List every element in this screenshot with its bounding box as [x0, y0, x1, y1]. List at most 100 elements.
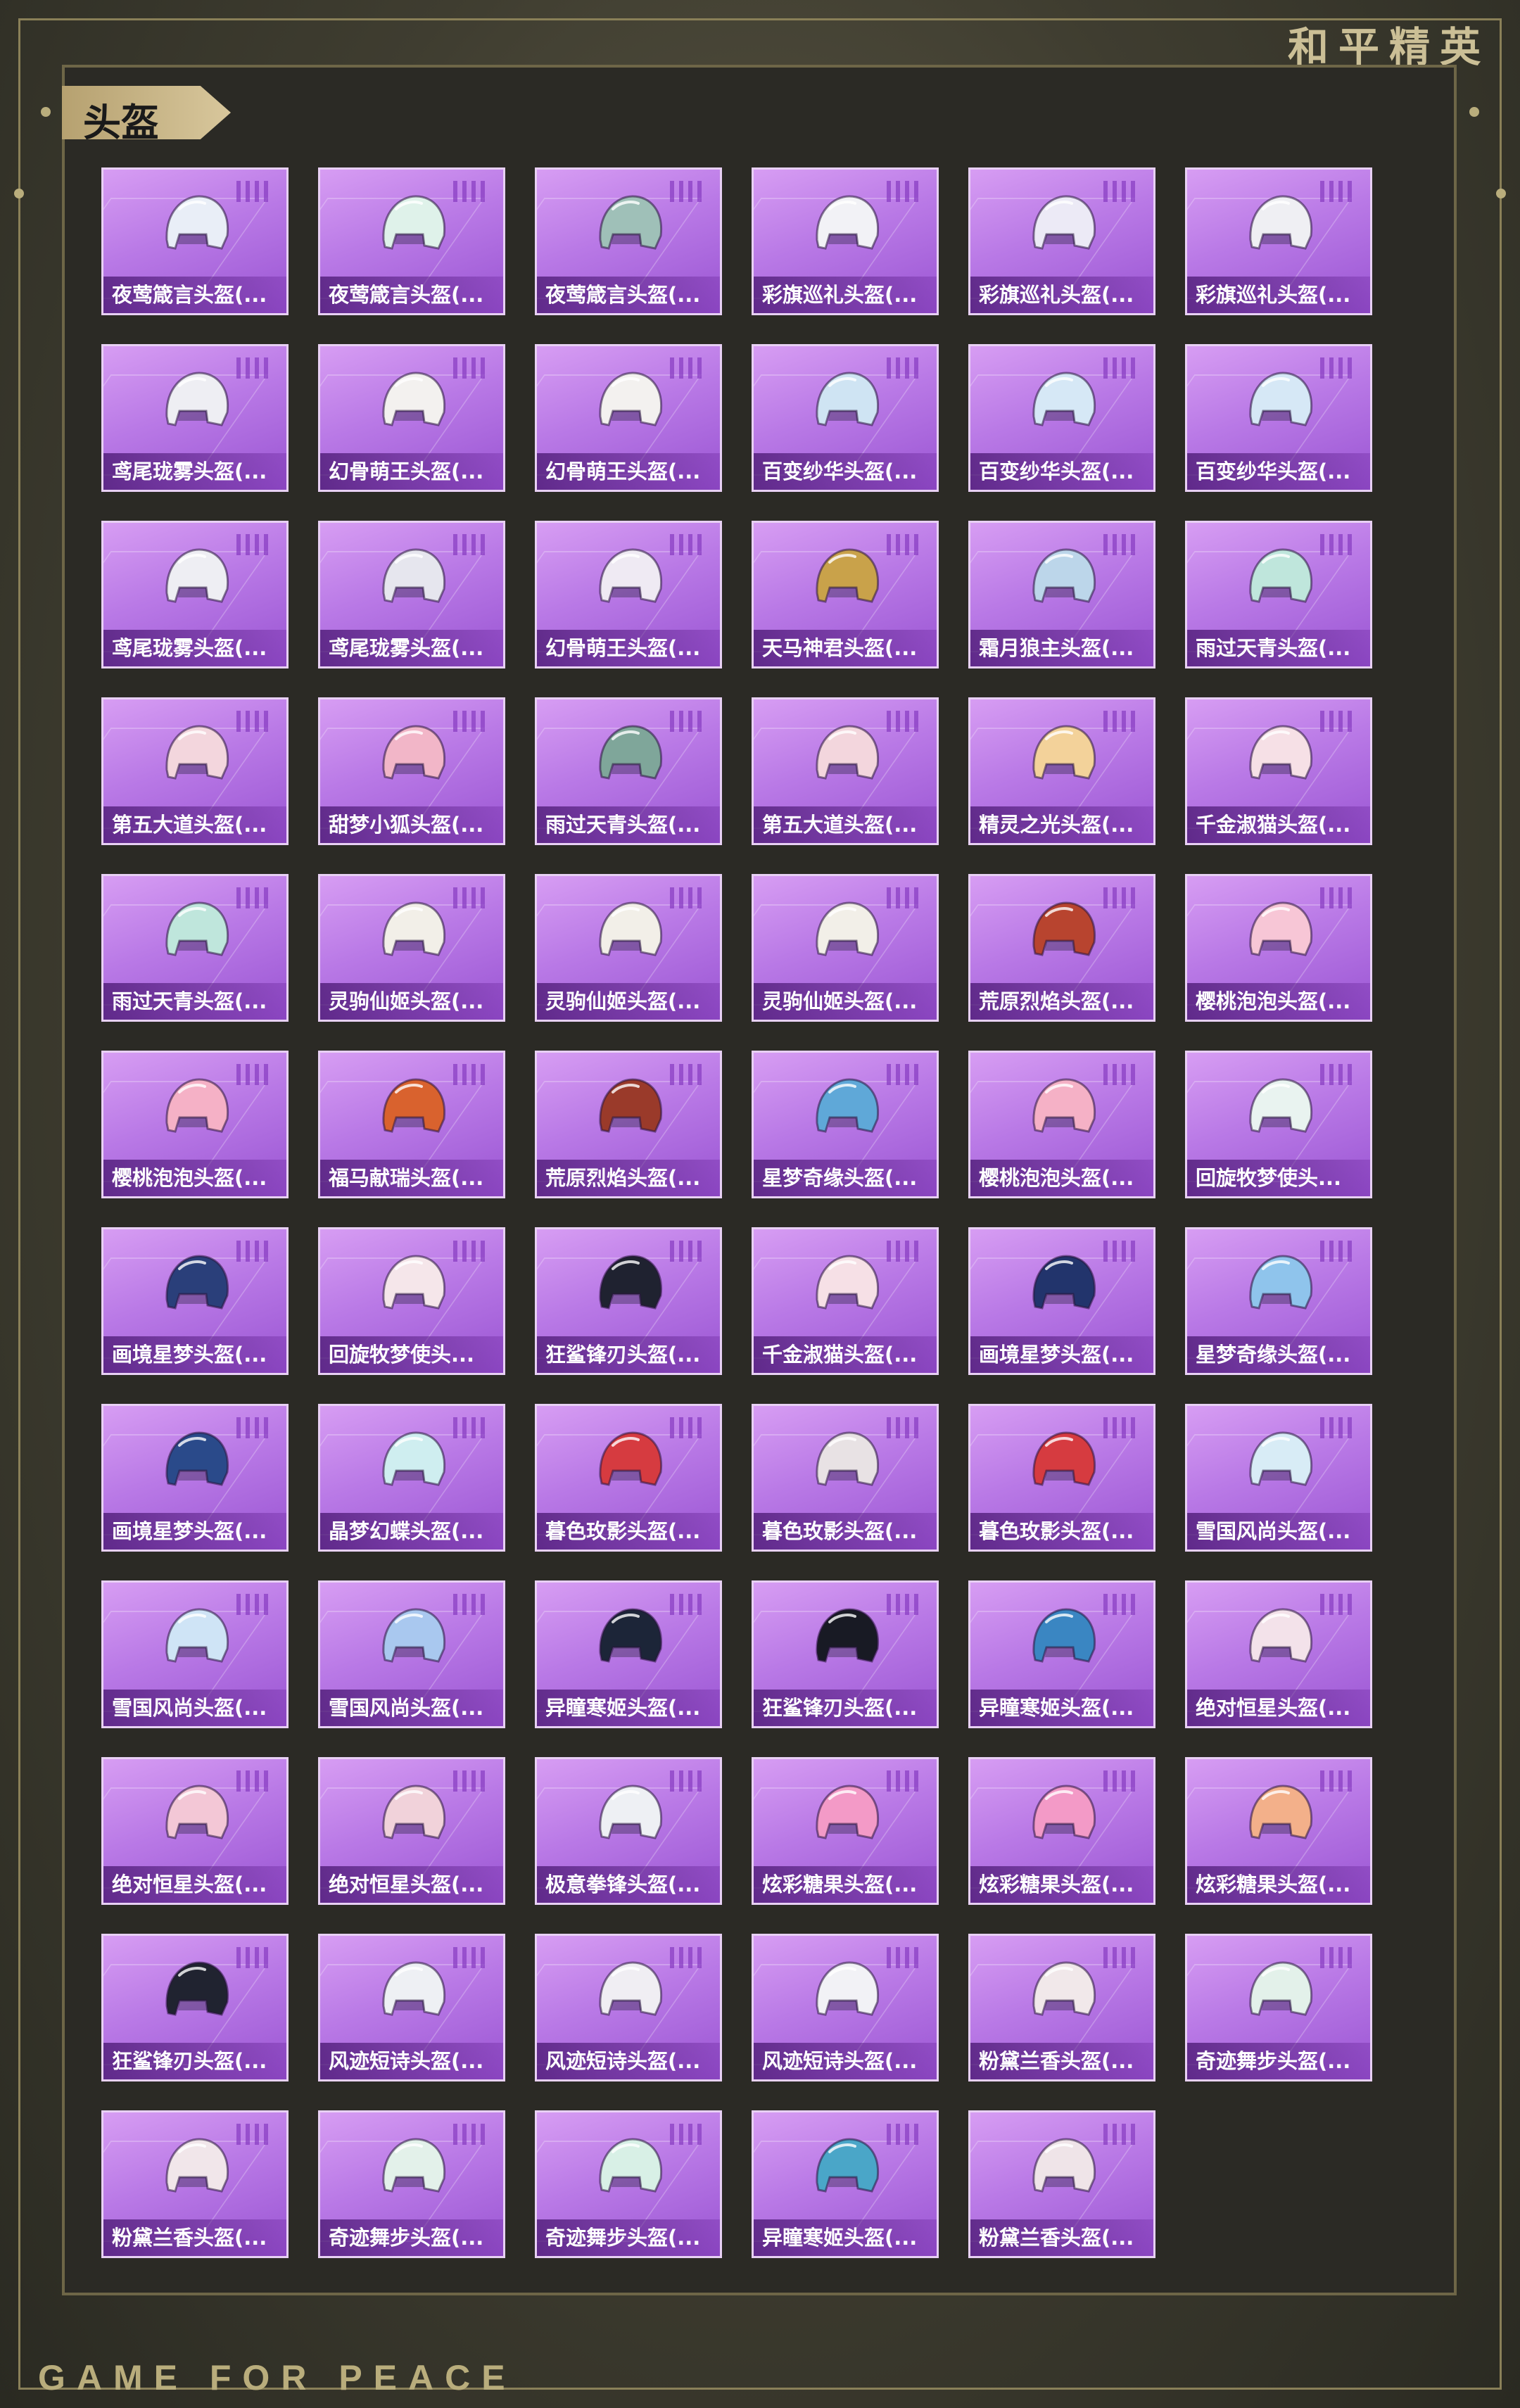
helmet-card[interactable]: 星梦奇缘头盔(...	[1185, 1227, 1372, 1375]
helmet-card[interactable]: 雪国风尚头盔(...	[101, 1580, 289, 1728]
helmet-card[interactable]: 雨过天青头盔(...	[101, 874, 289, 1022]
helmet-card[interactable]: 樱桃泡泡头盔(...	[101, 1051, 289, 1198]
helmet-card[interactable]: 星梦奇缘头盔(...	[752, 1051, 939, 1198]
helmet-card[interactable]: 幻骨萌王头盔(...	[535, 344, 722, 492]
helmet-card[interactable]: 幻骨萌王头盔(...	[535, 521, 722, 668]
helmet-card[interactable]: 夜莺箴言头盔(...	[101, 167, 289, 315]
helmet-card[interactable]: 荒原烈焰头盔(...	[968, 874, 1155, 1022]
rarity-bars-icon	[236, 1947, 268, 1968]
helmet-card[interactable]: 暮色玫影头盔(...	[535, 1404, 722, 1552]
helmet-card[interactable]: 粉黛兰香头盔(...	[968, 1934, 1155, 2081]
section-tab-helmets[interactable]: 头盔	[62, 86, 231, 139]
helmet-name: 奇迹舞步头盔(...	[537, 2219, 720, 2256]
helmet-card[interactable]: 鸢尾珑雾头盔(...	[318, 521, 505, 668]
helmet-card[interactable]: 鸢尾珑雾头盔(...	[101, 344, 289, 492]
helmet-card[interactable]: 炫彩糖果头盔(...	[968, 1757, 1155, 1905]
helmet-card[interactable]: 风迹短诗头盔(...	[318, 1934, 505, 2081]
helmet-card[interactable]: 彩旗巡礼头盔(...	[1185, 167, 1372, 315]
helmet-card[interactable]: 雨过天青头盔(...	[1185, 521, 1372, 668]
helmet-card[interactable]: 狂鲨锋刃头盔(...	[535, 1227, 722, 1375]
helmet-icon	[382, 372, 446, 426]
helmet-name: 灵驹仙姬头盔(...	[754, 983, 937, 1020]
helmet-name: 天马神君头盔(...	[754, 630, 937, 666]
helmet-card[interactable]: 极意拳锋头盔(...	[535, 1757, 722, 1905]
helmet-card[interactable]: 甜梦小狐头盔(...	[318, 697, 505, 845]
rarity-bars-icon	[1103, 1947, 1135, 1968]
helmet-icon	[382, 1255, 446, 1310]
helmet-icon	[1249, 372, 1313, 426]
helmet-name: 画境星梦头盔(...	[103, 1336, 286, 1373]
helmet-card[interactable]: 夜莺箴言头盔(...	[318, 167, 505, 315]
helmet-card[interactable]: 异瞳寒姬头盔(...	[968, 1580, 1155, 1728]
helmet-name: 樱桃泡泡头盔(...	[1187, 983, 1370, 1020]
helmet-name: 绝对恒星头盔(...	[103, 1866, 286, 1903]
helmet-card[interactable]: 奇迹舞步头盔(...	[535, 2110, 722, 2258]
rarity-bars-icon	[670, 1064, 702, 1085]
helmet-card[interactable]: 狂鲨锋刃头盔(...	[752, 1580, 939, 1728]
helmet-card[interactable]: 晶梦幻蝶头盔(...	[318, 1404, 505, 1552]
helmet-card[interactable]: 暮色玫影头盔(...	[968, 1404, 1155, 1552]
helmet-card[interactable]: 雪国风尚头盔(...	[1185, 1404, 1372, 1552]
helmet-name: 彩旗巡礼头盔(...	[1187, 277, 1370, 313]
helmet-card[interactable]: 画境星梦头盔(...	[101, 1227, 289, 1375]
rarity-bars-icon	[670, 357, 702, 379]
helmet-icon	[1032, 1961, 1096, 2016]
helmet-card[interactable]: 绝对恒星头盔(...	[1185, 1580, 1372, 1728]
helmet-card[interactable]: 雨过天青头盔(...	[535, 697, 722, 845]
helmet-card[interactable]: 异瞳寒姬头盔(...	[752, 2110, 939, 2258]
helmet-card[interactable]: 彩旗巡礼头盔(...	[752, 167, 939, 315]
helmet-card[interactable]: 暮色玫影头盔(...	[752, 1404, 939, 1552]
helmet-card[interactable]: 千金淑猫头盔(...	[752, 1227, 939, 1375]
helmet-card[interactable]: 粉黛兰香头盔(...	[101, 2110, 289, 2258]
helmet-card[interactable]: 灵驹仙姬头盔(...	[752, 874, 939, 1022]
helmet-card[interactable]: 奇迹舞步头盔(...	[318, 2110, 505, 2258]
helmet-card[interactable]: 樱桃泡泡头盔(...	[968, 1051, 1155, 1198]
helmet-card[interactable]: 荒原烈焰头盔(...	[535, 1051, 722, 1198]
helmet-icon	[165, 1255, 229, 1310]
rarity-bars-icon	[453, 1770, 485, 1792]
helmet-card[interactable]: 幻骨萌王头盔(...	[318, 344, 505, 492]
rarity-bars-icon	[670, 534, 702, 555]
helmet-card[interactable]: 福马献瑞头盔(...	[318, 1051, 505, 1198]
helmet-card[interactable]: 炫彩糖果头盔(...	[752, 1757, 939, 1905]
helmet-icon	[382, 2138, 446, 2193]
helmet-card[interactable]: 灵驹仙姬头盔(...	[318, 874, 505, 1022]
helmet-card[interactable]: 雪国风尚头盔(...	[318, 1580, 505, 1728]
helmet-card[interactable]: 风迹短诗头盔(...	[535, 1934, 722, 2081]
helmet-card[interactable]: 天马神君头盔(...	[752, 521, 939, 668]
helmet-card[interactable]: 回旋牧梦使头...	[318, 1227, 505, 1375]
helmet-card[interactable]: 画境星梦头盔(...	[968, 1227, 1155, 1375]
helmet-card[interactable]: 第五大道头盔(...	[752, 697, 939, 845]
helmet-card[interactable]: 炫彩糖果头盔(...	[1185, 1757, 1372, 1905]
helmet-card[interactable]: 千金淑猫头盔(...	[1185, 697, 1372, 845]
helmet-icon	[382, 1078, 446, 1133]
helmet-card[interactable]: 百变纱华头盔(...	[752, 344, 939, 492]
helmet-card[interactable]: 绝对恒星头盔(...	[101, 1757, 289, 1905]
helmet-card[interactable]: 第五大道头盔(...	[101, 697, 289, 845]
helmet-card[interactable]: 彩旗巡礼头盔(...	[968, 167, 1155, 315]
helmet-card[interactable]: 异瞳寒姬头盔(...	[535, 1580, 722, 1728]
helmet-card[interactable]: 粉黛兰香头盔(...	[968, 2110, 1155, 2258]
helmet-card[interactable]: 狂鲨锋刃头盔(...	[101, 1934, 289, 2081]
helmet-name: 灵驹仙姬头盔(...	[537, 983, 720, 1020]
helmet-icon	[816, 2138, 880, 2193]
helmet-card[interactable]: 绝对恒星头盔(...	[318, 1757, 505, 1905]
helmet-card[interactable]: 画境星梦头盔(...	[101, 1404, 289, 1552]
helmet-card[interactable]: 百变纱华头盔(...	[968, 344, 1155, 492]
helmet-card[interactable]: 精灵之光头盔(...	[968, 697, 1155, 845]
helmet-card[interactable]: 风迹短诗头盔(...	[752, 1934, 939, 2081]
helmet-card[interactable]: 霜月狼主头盔(...	[968, 521, 1155, 668]
rarity-bars-icon	[1103, 2124, 1135, 2145]
helmet-card[interactable]: 灵驹仙姬头盔(...	[535, 874, 722, 1022]
helmet-card[interactable]: 鸢尾珑雾头盔(...	[101, 521, 289, 668]
helmet-card[interactable]: 樱桃泡泡头盔(...	[1185, 874, 1372, 1022]
rarity-bars-icon	[1103, 1241, 1135, 1262]
helmet-card[interactable]: 百变纱华头盔(...	[1185, 344, 1372, 492]
helmet-name: 雨过天青头盔(...	[103, 983, 286, 1020]
helmet-card[interactable]: 奇迹舞步头盔(...	[1185, 1934, 1372, 2081]
helmet-name: 荒原烈焰头盔(...	[970, 983, 1153, 1020]
helmet-name: 绝对恒星头盔(...	[320, 1866, 503, 1903]
helmet-card[interactable]: 回旋牧梦使头...	[1185, 1051, 1372, 1198]
rarity-bars-icon	[670, 1417, 702, 1438]
helmet-card[interactable]: 夜莺箴言头盔(...	[535, 167, 722, 315]
